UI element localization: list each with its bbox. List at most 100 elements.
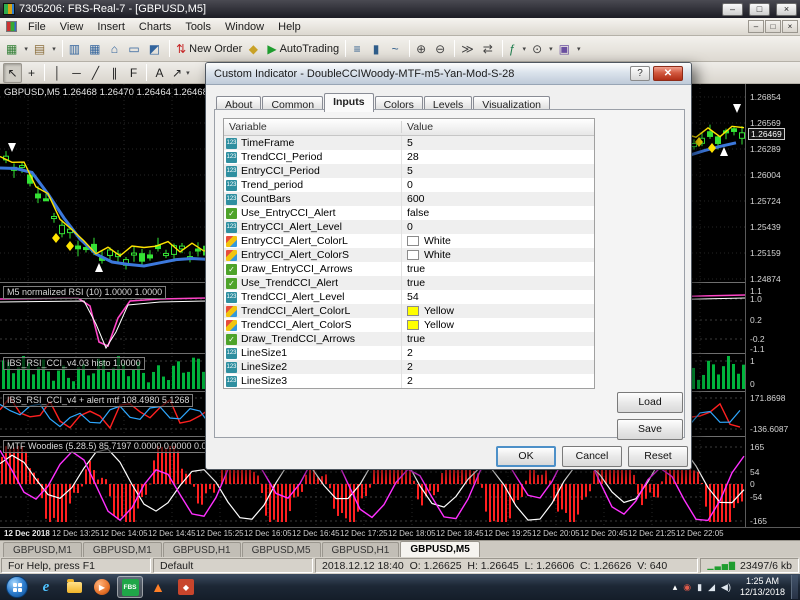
minimize-button[interactable]: – — [722, 2, 743, 16]
menu-item[interactable]: Tools — [178, 20, 218, 34]
dialog-help-button[interactable]: ? — [630, 66, 650, 81]
toolbar-button[interactable]: ≡ ▾ — [349, 39, 368, 59]
table-row[interactable]: TrendCCI_Alert_ColorL Yellow — [224, 304, 594, 318]
variable-value-cell[interactable]: 600 — [402, 192, 594, 206]
toolbar-button[interactable]: ƒ ▾ — [506, 39, 529, 59]
variable-value-cell[interactable]: 0 — [402, 220, 594, 234]
toolbar-button[interactable]: ▤ ▾ — [31, 39, 59, 59]
menu-item[interactable]: Help — [271, 20, 308, 34]
variable-value-cell[interactable]: Yellow — [402, 304, 594, 318]
chart-tab[interactable]: GBPUSD,H1 — [321, 542, 400, 557]
toolbar-button[interactable]: ▦ ▾ — [86, 39, 106, 59]
price-axis[interactable]: 1.26854 1.26569 1.26289 1.26004 1.25724 1.254… — [745, 84, 800, 527]
table-row[interactable]: ✓ Draw_EntryCCI_Arrows true — [224, 262, 594, 276]
variable-value-cell[interactable]: 0 — [402, 178, 594, 192]
window-titlebar[interactable]: 7305206: FBS-Real-7 - [GBPUSD,M5] – □ × — [0, 0, 800, 18]
table-row[interactable]: ✓ Use_EntryCCI_Alert false — [224, 206, 594, 220]
toolbar-button[interactable]: ▦ ▾ — [3, 39, 31, 59]
toolbar-button[interactable]: ⇅ New Order ▾ — [173, 39, 245, 59]
toolbar-button[interactable]: ⊕ ▾ — [413, 39, 432, 59]
dialog-close-button[interactable]: ✕ — [653, 66, 683, 81]
menu-item[interactable]: Window — [218, 20, 271, 34]
show-desktop-button[interactable] — [791, 575, 798, 599]
table-row[interactable]: 123 LineSize2 2 — [224, 360, 594, 374]
child-restore-button[interactable]: □ — [765, 20, 781, 33]
start-button[interactable] — [6, 576, 28, 598]
table-row[interactable]: ✓ Use_TrendCCI_Alert true — [224, 276, 594, 290]
taskbar-app-button[interactable] — [61, 576, 87, 598]
column-header-variable[interactable]: Variable — [224, 121, 402, 133]
toolbar-button[interactable]: ◆ ▾ — [245, 39, 264, 59]
taskbar-app-button[interactable]: FBS — [117, 576, 143, 598]
table-row[interactable]: 123 TrendCCI_Alert_Level 54 — [224, 290, 594, 304]
table-row[interactable]: 123 LineSize1 2 — [224, 346, 594, 360]
drawing-tool-button[interactable]: A ▾ — [150, 63, 169, 83]
drawing-tool-button[interactable]: ╱ ▾ — [86, 63, 105, 83]
taskbar-clock[interactable]: 1:25 AM 12/13/2018 — [740, 576, 785, 598]
drawing-tool-button[interactable]: + ▾ — [22, 63, 41, 83]
variable-value-cell[interactable]: true — [402, 332, 594, 346]
status-profile[interactable]: Default — [153, 558, 313, 573]
drawing-tool-button[interactable]: ↖ ▾ — [3, 62, 22, 83]
table-row[interactable]: 123 TimeFrame 5 — [224, 136, 594, 150]
load-button[interactable]: Load — [617, 392, 683, 413]
variable-value-cell[interactable]: false — [402, 206, 594, 220]
chart-tab[interactable]: GBPUSD,M5 — [400, 541, 480, 557]
maximize-button[interactable]: □ — [749, 2, 770, 16]
tray-icon[interactable]: ▮ — [697, 582, 702, 593]
tray-icon[interactable]: ◀) — [721, 582, 731, 593]
time-axis[interactable]: 12 Dec 2018 12 Dec 13:25 12 Dec 14:05 12 De… — [0, 527, 800, 540]
menu-item[interactable]: View — [53, 20, 91, 34]
reset-button[interactable]: Reset — [628, 446, 688, 467]
tray-icon[interactable]: ◢ — [708, 582, 715, 593]
drawing-tool-button[interactable]: ↗ ▾ — [169, 63, 193, 83]
variable-value-cell[interactable]: White — [402, 248, 594, 262]
table-row[interactable]: ✓ Draw_TrendCCI_Arrows true — [224, 332, 594, 346]
close-button[interactable]: × — [776, 2, 797, 16]
drawing-tool-button[interactable]: ─ ▾ — [67, 63, 86, 83]
table-row[interactable]: 123 TrendCCI_Period 28 — [224, 150, 594, 164]
variable-value-cell[interactable]: 2 — [402, 374, 594, 388]
toolbar-button[interactable]: ~ ▾ — [387, 39, 406, 59]
toolbar-button[interactable]: ≫ ▾ — [458, 39, 480, 59]
toolbar-button[interactable]: ▮ ▾ — [368, 39, 387, 59]
variable-value-cell[interactable]: true — [402, 276, 594, 290]
taskbar-app-button[interactable]: ◆ — [173, 576, 199, 598]
toolbar-button[interactable]: ⌂ ▾ — [106, 39, 125, 59]
toolbar-button[interactable]: ▣ ▾ — [556, 39, 584, 59]
toolbar-button[interactable]: ⊖ ▾ — [432, 39, 451, 59]
menu-item[interactable]: File — [21, 20, 53, 34]
taskbar-app-button[interactable]: ▶ — [89, 576, 115, 598]
taskbar-app-button[interactable]: ▲ — [145, 576, 171, 598]
drawing-tool-button[interactable]: F ▾ — [124, 63, 143, 83]
dialog-tab[interactable]: Inputs — [324, 93, 374, 112]
table-row[interactable]: EntryCCI_Alert_ColorS White — [224, 248, 594, 262]
table-row[interactable]: TrendCCI_Alert_ColorS Yellow — [224, 318, 594, 332]
column-header-value[interactable]: Value — [402, 121, 594, 133]
variable-value-cell[interactable]: 54 — [402, 290, 594, 304]
toolbar-button[interactable]: ◩ ▾ — [146, 39, 166, 59]
drawing-tool-button[interactable]: ∥ ▾ — [105, 63, 124, 83]
toolbar-button[interactable]: ▥ ▾ — [66, 39, 86, 59]
variable-value-cell[interactable]: Yellow — [402, 318, 594, 332]
taskbar-app-button[interactable]: e — [33, 576, 59, 598]
table-row[interactable]: 123 Trend_period 0 — [224, 178, 594, 192]
toolbar-button[interactable]: ▶ AutoTrading ▾ — [264, 39, 342, 59]
variable-value-cell[interactable]: White — [402, 234, 594, 248]
menu-item[interactable]: Charts — [132, 20, 178, 34]
dialog-titlebar[interactable]: Custom Indicator - DoubleCCIWoody-MTF-m5… — [206, 63, 691, 85]
chart-tab[interactable]: GBPUSD,M1 — [82, 542, 162, 557]
child-minimize-button[interactable]: – — [748, 20, 764, 33]
child-close-button[interactable]: × — [782, 20, 798, 33]
toolbar-button[interactable]: ⇄ ▾ — [480, 39, 499, 59]
variable-value-cell[interactable]: 2 — [402, 360, 594, 374]
table-row[interactable]: 123 EntryCCI_Alert_Level 0 — [224, 220, 594, 234]
save-button[interactable]: Save — [617, 419, 683, 440]
drawing-tool-button[interactable]: │ ▾ — [48, 63, 67, 83]
table-row[interactable]: 123 CountBars 600 — [224, 192, 594, 206]
menu-item[interactable]: Insert — [90, 20, 132, 34]
table-row[interactable]: 123 LineSize3 2 — [224, 374, 594, 388]
toolbar-button[interactable]: ⊙ ▾ — [529, 39, 556, 59]
chart-tab[interactable]: GBPUSD,M1 — [3, 542, 82, 557]
tray-icon[interactable]: ◉ — [683, 582, 691, 593]
